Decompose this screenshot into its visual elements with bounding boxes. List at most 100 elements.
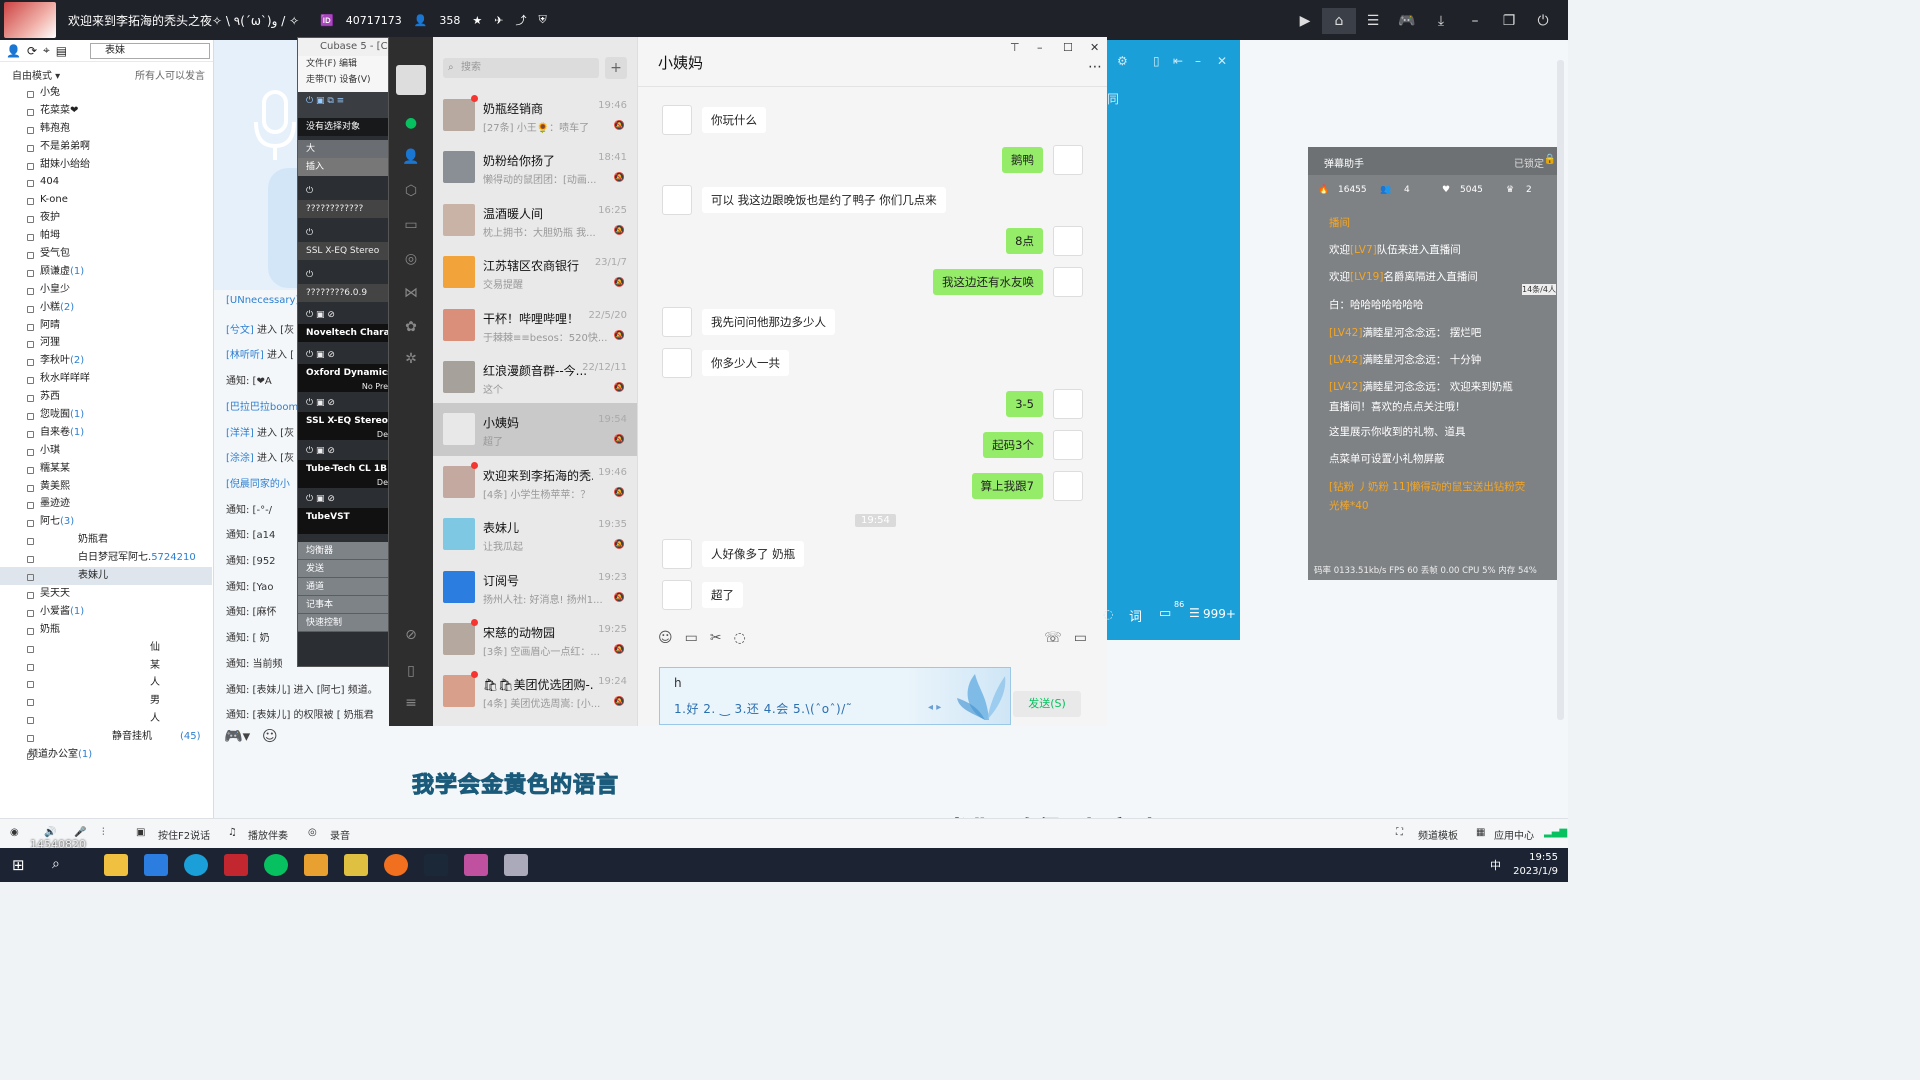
channel-item[interactable]: 帕坶	[0, 227, 212, 245]
plugin-slot-power[interactable]: ⏻	[298, 224, 388, 242]
link-icon[interactable]: ⊘	[401, 627, 421, 645]
app-icon-3[interactable]	[384, 854, 408, 876]
maximize-icon[interactable]: ☐	[1063, 41, 1073, 54]
mode-selector[interactable]: 自由模式 ▾	[12, 67, 60, 82]
my-avatar[interactable]	[396, 65, 426, 95]
minimize-icon[interactable]: –	[1195, 54, 1201, 68]
channel-item[interactable]: 秋水咩咩咩	[0, 370, 212, 388]
list-icon[interactable]: ☰	[1189, 606, 1200, 620]
list-icon[interactable]: ☰	[1356, 8, 1390, 34]
add-button[interactable]: +	[605, 57, 627, 79]
channel-item[interactable]: 仙	[0, 639, 212, 657]
channel-search-input[interactable]: 表妹	[90, 43, 210, 59]
pin-icon[interactable]: ⊤	[1010, 41, 1020, 54]
channel-item[interactable]: 李秋叶(2)	[0, 352, 212, 370]
cubase-menu-row1[interactable]: 文件(F) 编辑	[306, 56, 388, 72]
message-avatar[interactable]	[1053, 226, 1083, 256]
book-icon[interactable]: ▤	[56, 44, 67, 58]
collapse-icon[interactable]: ⇤	[1173, 54, 1183, 68]
user-icon[interactable]: 👤	[6, 44, 21, 58]
channel-user[interactable]: 白日梦冠军阿七.5724210	[0, 549, 212, 567]
steam-icon[interactable]	[424, 854, 448, 876]
clock[interactable]: 19:55 2023/1/9	[1513, 851, 1558, 879]
channel-item[interactable]: 河狸	[0, 334, 212, 352]
folder-icon[interactable]: ▭	[685, 630, 698, 646]
message-bubble[interactable]: 你玩什么	[702, 107, 766, 133]
close-icon[interactable]: ✕	[1090, 41, 1099, 54]
cubase-menu-row2[interactable]: 走带(T) 设备(V)	[306, 72, 388, 88]
channel-item[interactable]: 吴天天	[0, 585, 212, 603]
gamepad-icon[interactable]: 🎮▾	[224, 727, 250, 745]
push-to-talk-button[interactable]: 按住F2说话	[158, 827, 210, 842]
record-button[interactable]: 录音	[330, 827, 350, 842]
channel-item[interactable]: 自来卷(1)	[0, 424, 212, 442]
share-icon[interactable]: ⤴	[516, 12, 527, 28]
conversation-item[interactable]: 小姨妈 19:54 超了 🔕	[433, 403, 637, 456]
channel-item[interactable]: 小皇少	[0, 281, 212, 299]
gear-icon[interactable]: ⚙	[1117, 54, 1128, 68]
emoji-add-icon[interactable]: ☺	[262, 727, 278, 745]
search-icon[interactable]: ⌕	[52, 856, 60, 872]
airplane-icon[interactable]: ✈	[494, 14, 503, 27]
channel-item[interactable]: 404	[0, 173, 212, 191]
gift-icon[interactable]: ▭	[1159, 606, 1171, 621]
cubase-toolbar[interactable]: ⏻ ▣ ⧉ ≡	[298, 92, 388, 118]
speaker-icon[interactable]: 🔊	[44, 827, 56, 838]
mini-program-icon[interactable]: ✲	[401, 351, 421, 369]
channels-icon[interactable]: ⋈	[401, 285, 421, 303]
cubase-section[interactable]: 快速控制	[298, 614, 388, 632]
message-input[interactable]: h	[674, 676, 682, 690]
channel-item[interactable]: 不是弟弟啊	[0, 138, 212, 156]
channel-item[interactable]: 苏西	[0, 388, 212, 406]
plugin-slot-power[interactable]: ⏻ ▣ ⊘	[298, 442, 388, 460]
plugin-slot-3[interactable]: ????????6.0.9	[298, 284, 388, 302]
broadcast-icon[interactable]: ◉	[10, 827, 19, 838]
message-bubble[interactable]: 算上我跟7	[971, 473, 1043, 499]
message-avatar[interactable]	[662, 105, 692, 135]
plugin-slot-1[interactable]: ????????????	[298, 200, 388, 218]
conversation-item[interactable]: 红浪漫颜音群--今... 22/12/11 这个 🔕	[433, 351, 637, 404]
plugin-slot-power[interactable]: ⏻	[298, 266, 388, 284]
home-icon[interactable]: ⌂	[1322, 8, 1356, 34]
download-icon[interactable]: ⤓	[1424, 8, 1458, 34]
plugin-slot-6[interactable]: SSL X-EQ Stereo	[298, 412, 388, 430]
insert-section[interactable]: 插入	[298, 158, 388, 176]
ime-candidates[interactable]: 1.好 2. ‿ 3.还 4.会 5.\(ˆoˆ)/˜	[674, 700, 852, 717]
cubase-section[interactable]: 通道	[298, 578, 388, 596]
plugin-slot-power[interactable]: ⏻ ▣ ⊘	[298, 490, 388, 508]
message-avatar[interactable]	[662, 185, 692, 215]
lock-status[interactable]: 已锁定	[1514, 155, 1544, 170]
conversation-item[interactable]: 江苏辖区农商银行 23/1/7 交易提醒 🔕	[433, 246, 637, 299]
channel-item[interactable]: 糯某某	[0, 460, 212, 478]
conversation-item[interactable]: 奶瓶经销商 19:46 [27条] 小王🌻：啧车了 🔕	[433, 89, 637, 142]
channel-item[interactable]: 韩孢孢	[0, 120, 212, 138]
message-avatar[interactable]	[662, 307, 692, 337]
play-screen-icon[interactable]: ▶	[1288, 8, 1322, 34]
mixer-icon[interactable]: ⫶	[102, 827, 105, 838]
message-avatar[interactable]	[1053, 389, 1083, 419]
folder-icon[interactable]: ▭	[401, 217, 421, 235]
track-big[interactable]: 大	[298, 140, 388, 158]
star-icon[interactable]: ★	[472, 14, 482, 27]
moments-icon[interactable]: ◎	[401, 251, 421, 269]
app-icon-1[interactable]	[304, 854, 328, 876]
app-icon-5[interactable]	[504, 854, 528, 876]
mic-icon[interactable]: 🎤	[74, 827, 86, 838]
channel-item[interactable]: 静音挂机 (45)	[0, 728, 212, 746]
plugin-slot-power[interactable]: ⏻ ▣ ⊘	[298, 306, 388, 324]
message-bubble[interactable]: 我先问问他那边多少人	[702, 309, 835, 335]
channel-item[interactable]: 黄美熙	[0, 478, 212, 496]
channel-item[interactable]: 奶瓶	[0, 621, 212, 639]
message-bubble[interactable]: 可以 我这边跟晚饭也是约了鸭子 你们几点来	[702, 187, 946, 213]
accompany-button[interactable]: 播放伴奏	[248, 827, 288, 842]
message-bubble[interactable]: 8点	[1006, 228, 1043, 254]
channel-item[interactable]: K-one	[0, 191, 212, 209]
channel-item[interactable]: 顾谦虚(1)	[0, 263, 212, 281]
app-icon-2[interactable]	[344, 854, 368, 876]
scrollbar[interactable]	[1557, 60, 1564, 720]
phone-icon[interactable]: ☏	[1044, 630, 1062, 646]
refresh-icon[interactable]: ⟳	[27, 44, 37, 58]
message-avatar[interactable]	[1053, 145, 1083, 175]
channel-template-button[interactable]: 频道模板	[1418, 827, 1458, 842]
input-language[interactable]: 中	[1490, 857, 1501, 873]
